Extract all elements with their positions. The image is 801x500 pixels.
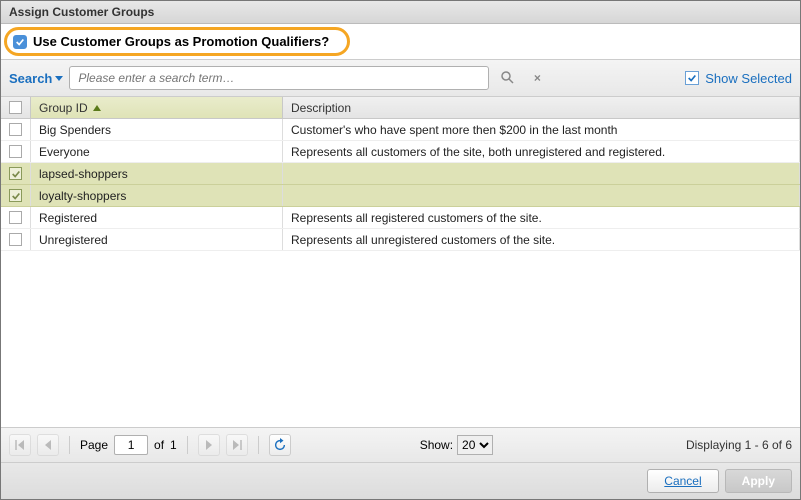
- select-all-checkbox[interactable]: [9, 101, 22, 114]
- table-row[interactable]: Big SpendersCustomer's who have spent mo…: [1, 119, 800, 141]
- row-checkbox[interactable]: [9, 233, 22, 246]
- row-checkbox-cell[interactable]: [1, 141, 31, 162]
- pager-bar: Page of 1 Show: 20 Displaying 1 - 6 of 6: [1, 427, 800, 462]
- search-dropdown-label: Search: [9, 71, 52, 86]
- last-page-icon: [232, 440, 242, 450]
- separator: [187, 436, 188, 454]
- show-selected-label: Show Selected: [705, 71, 792, 86]
- cell-description: [283, 163, 800, 184]
- page-size-select[interactable]: 20: [457, 435, 493, 455]
- qualifier-checkbox[interactable]: [13, 35, 27, 49]
- apply-button[interactable]: Apply: [725, 469, 792, 493]
- show-selected-toggle[interactable]: Show Selected: [685, 71, 792, 86]
- cell-description: Customer's who have spent more then $200…: [283, 119, 800, 140]
- qualifier-label: Use Customer Groups as Promotion Qualifi…: [33, 34, 329, 49]
- cell-group-id: loyalty-shoppers: [31, 185, 283, 206]
- chevron-down-icon: [55, 76, 63, 81]
- table-row[interactable]: loyalty-shoppers: [1, 185, 800, 207]
- search-button[interactable]: [495, 66, 519, 90]
- table-row[interactable]: RegisteredRepresents all registered cust…: [1, 207, 800, 229]
- clear-search-button[interactable]: ×: [525, 66, 549, 90]
- cell-group-id: Everyone: [31, 141, 283, 162]
- row-checkbox[interactable]: [9, 211, 22, 224]
- table-row[interactable]: UnregisteredRepresents all unregistered …: [1, 229, 800, 251]
- next-icon: [205, 440, 213, 450]
- page-label: Page: [80, 438, 108, 452]
- table-row[interactable]: EveryoneRepresents all customers of the …: [1, 141, 800, 163]
- cell-description: Represents all registered customers of t…: [283, 207, 800, 228]
- cell-description: Represents all customers of the site, bo…: [283, 141, 800, 162]
- toolbar: Search × Show Selected: [1, 59, 800, 97]
- row-checkbox[interactable]: [9, 145, 22, 158]
- total-pages: 1: [170, 438, 177, 452]
- close-icon: ×: [534, 71, 541, 85]
- cell-description: [283, 185, 800, 206]
- cell-group-id: Big Spenders: [31, 119, 283, 140]
- first-page-button[interactable]: [9, 434, 31, 456]
- separator: [69, 436, 70, 454]
- row-checkbox[interactable]: [9, 189, 22, 202]
- row-checkbox-cell[interactable]: [1, 185, 31, 206]
- table-row[interactable]: lapsed-shoppers: [1, 163, 800, 185]
- row-checkbox[interactable]: [9, 167, 22, 180]
- show-selected-checkbox: [685, 71, 699, 85]
- search-dropdown[interactable]: Search: [9, 71, 63, 86]
- refresh-icon: [273, 438, 287, 452]
- qualifier-row: Use Customer Groups as Promotion Qualifi…: [4, 27, 350, 56]
- header-description-label: Description: [291, 101, 351, 115]
- last-page-button[interactable]: [226, 434, 248, 456]
- header-group-id-label: Group ID: [39, 101, 88, 115]
- grid-header: Group ID Description: [1, 97, 800, 119]
- show-label: Show:: [420, 438, 453, 452]
- of-label: of: [154, 438, 164, 452]
- cell-group-id: Unregistered: [31, 229, 283, 250]
- next-page-button[interactable]: [198, 434, 220, 456]
- refresh-button[interactable]: [269, 434, 291, 456]
- check-icon: [15, 37, 25, 47]
- prev-page-button[interactable]: [37, 434, 59, 456]
- header-description[interactable]: Description: [283, 97, 800, 118]
- cell-group-id: Registered: [31, 207, 283, 228]
- row-checkbox-cell[interactable]: [1, 119, 31, 140]
- customer-groups-grid: Group ID Description Big SpendersCustome…: [1, 97, 800, 427]
- row-checkbox-cell[interactable]: [1, 229, 31, 250]
- header-group-id[interactable]: Group ID: [31, 97, 283, 118]
- first-page-icon: [15, 440, 25, 450]
- cancel-button[interactable]: Cancel: [647, 469, 718, 493]
- search-icon: [500, 70, 514, 87]
- row-checkbox-cell[interactable]: [1, 163, 31, 184]
- check-icon: [687, 73, 697, 83]
- row-checkbox-cell[interactable]: [1, 207, 31, 228]
- row-checkbox[interactable]: [9, 123, 22, 136]
- cell-group-id: lapsed-shoppers: [31, 163, 283, 184]
- check-icon: [11, 191, 21, 201]
- prev-icon: [44, 440, 52, 450]
- cell-description: Represents all unregistered customers of…: [283, 229, 800, 250]
- header-checkbox-cell[interactable]: [1, 97, 31, 118]
- check-icon: [11, 169, 21, 179]
- pager-center: Show: 20: [297, 435, 616, 455]
- page-input[interactable]: [114, 435, 148, 455]
- dialog-footer: Cancel Apply: [1, 462, 800, 499]
- search-input[interactable]: [69, 66, 489, 90]
- dialog-title: Assign Customer Groups: [1, 1, 800, 24]
- sort-asc-icon: [93, 105, 101, 111]
- grid-body: Big SpendersCustomer's who have spent mo…: [1, 119, 800, 427]
- displaying-label: Displaying 1 - 6 of 6: [622, 438, 792, 452]
- separator: [258, 436, 259, 454]
